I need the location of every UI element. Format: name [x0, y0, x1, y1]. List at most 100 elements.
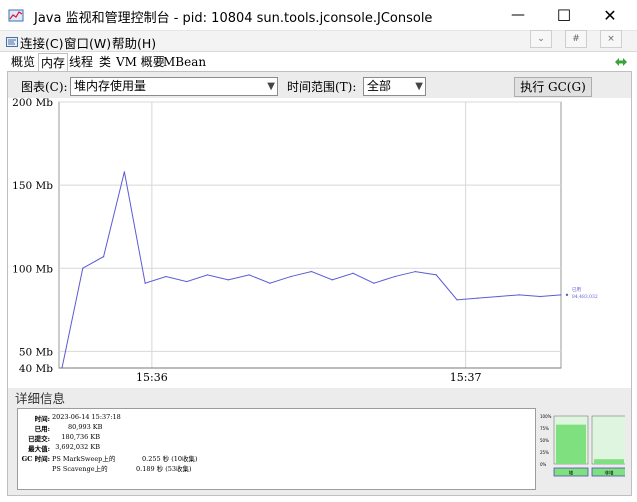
pool-scale-label: 75%: [540, 426, 549, 431]
tab-overview[interactable]: 概览: [11, 53, 35, 71]
chevron-down-icon: ▼: [267, 81, 275, 92]
pool-scale-label: 100%: [540, 414, 552, 419]
data-point: [518, 294, 521, 296]
details-box: 时间: 2023-06-14 15:37:18 已用: 80,993 KB 已提…: [17, 408, 536, 490]
mdi-restore-icon: #: [572, 34, 580, 44]
plot-area: [58, 101, 562, 369]
data-point: [61, 367, 63, 369]
gc-marksweep-name: PS MarkSweep上的: [52, 455, 116, 463]
pool-bar-fill: [594, 459, 624, 464]
pool-scale-label: 25%: [540, 450, 549, 455]
mdi-minimize-icon: ⌄: [537, 34, 545, 44]
tab-classes[interactable]: 类: [99, 53, 111, 71]
data-point: [539, 295, 541, 298]
mdi-restore-button[interactable]: #: [565, 30, 587, 48]
tab-memory[interactable]: 内存: [38, 53, 69, 71]
detail-value-max: 3,692,032 KB: [55, 443, 100, 451]
data-point: [269, 282, 271, 284]
time-range-value: 全部: [367, 79, 392, 93]
detail-key-used: 已用:: [34, 425, 50, 433]
pool-scale-label: 50%: [540, 438, 549, 443]
detail-value-committed: 180,736 KB: [61, 433, 100, 441]
data-point: [414, 270, 417, 273]
y-tick-label: 200 Mb: [12, 98, 53, 109]
menu-window[interactable]: 窗口(W): [64, 33, 111, 52]
mdi-close-icon: ×: [607, 34, 615, 44]
data-point: [123, 171, 125, 173]
detail-key-max: 最大值:: [28, 445, 50, 453]
detail-key-gc-time: GC 时间:: [21, 455, 50, 463]
connection-status-icon: [615, 58, 627, 66]
data-point: [331, 279, 333, 281]
perform-gc-button[interactable]: 执行 GC(G): [514, 77, 592, 97]
minimize-icon: —: [511, 7, 525, 23]
mdi-minimize-button[interactable]: ⌄: [530, 30, 552, 48]
pool-bar-frame: [591, 415, 627, 465]
chart-svg: 200 Mb 150 Mb 100 Mb 50 Mb 40 Mb 15:36 15:37 已用…: [12, 97, 598, 384]
tab-vm-summary[interactable]: VM 概要: [116, 53, 165, 71]
detail-key-committed: 已提交:: [28, 435, 50, 443]
data-point: [248, 274, 250, 276]
series-end-value: 84,483,032: [572, 294, 598, 300]
data-point: [82, 267, 84, 269]
data-point: [352, 272, 354, 274]
menu-connection[interactable]: 连接(C): [20, 33, 63, 52]
detail-value-used: 80,993 KB: [68, 423, 103, 431]
heap-usage-chart: 200 Mb 150 Mb 100 Mb 50 Mb 40 Mb 15:36 15:37 已用…: [8, 97, 631, 388]
window-titlebar: Java 监视和管理控制台 - pid: 10804 sun.tools.jco…: [0, 0, 637, 31]
data-point: [498, 295, 500, 298]
detail-key-time: 时间:: [34, 415, 50, 423]
data-point: [206, 274, 209, 276]
gc-scavenge-name: PS Scavenge上的: [52, 465, 108, 473]
pool-bar-fill: [556, 424, 586, 464]
series-end-marker: [565, 293, 569, 297]
memory-panel: 图表(C): 堆内存使用量 ▼ 时间范围(T): 全部 ▼ 执行 GC(G) 2…: [7, 71, 632, 496]
x-tick-label: 15:37: [450, 371, 482, 384]
data-point: [435, 274, 437, 276]
y-tick-label: 150 Mb: [12, 180, 53, 192]
data-point: [102, 256, 105, 258]
chart-select-value: 堆内存使用量: [74, 79, 147, 93]
window-title: Java 监视和管理控制台 - pid: 10804 sun.tools.jco…: [34, 11, 433, 26]
minimize-button[interactable]: —: [495, 0, 541, 30]
maximize-icon: ☐: [556, 5, 572, 25]
data-point: [560, 294, 562, 296]
data-point: [227, 279, 229, 281]
chart-select[interactable]: 堆内存使用量 ▼: [70, 77, 278, 96]
close-icon: ✕: [603, 5, 617, 25]
data-point: [290, 275, 292, 278]
details-title: 详细信息: [15, 391, 66, 406]
chart-label: 图表(C):: [21, 80, 68, 94]
y-tick-label: 50 Mb: [19, 346, 53, 358]
data-point: [144, 282, 146, 284]
data-point: [477, 297, 479, 299]
tab-mbean[interactable]: MBean: [163, 53, 206, 71]
series-end-name: 已用: [572, 287, 581, 293]
detail-value-time: 2023-06-14 15:37:18: [52, 413, 121, 421]
console-menu-icon: [6, 37, 18, 47]
y-tick-label: 40 Mb: [19, 363, 53, 375]
menu-help[interactable]: 帮助(H): [112, 33, 156, 52]
pool-bar-label: 非堆: [605, 470, 614, 477]
data-point: [310, 270, 313, 273]
memory-pool-bars: 100% 75% 50% 25% 0% 堆 非堆: [540, 412, 627, 492]
data-point: [373, 282, 375, 284]
time-range-label: 时间范围(T):: [287, 80, 357, 94]
time-range-select[interactable]: 全部 ▼: [363, 77, 426, 96]
data-point: [165, 275, 167, 278]
data-point: [186, 280, 188, 283]
tab-threads[interactable]: 线程: [69, 53, 93, 71]
pool-bar-label: 堆: [569, 470, 574, 477]
tab-bar: 概览 内存 线程 类 VM 概要 MBean: [7, 53, 632, 71]
data-point: [394, 275, 396, 278]
maximize-button[interactable]: ☐: [541, 0, 587, 30]
chevron-down-icon: ▼: [415, 81, 423, 92]
x-tick-label: 15:36: [136, 371, 168, 384]
gc-marksweep-value: 0.255 秒 (10收集): [142, 455, 198, 463]
pool-scale-label: 0%: [540, 462, 547, 467]
memory-pool-bars-svg: 100% 75% 50% 25% 0% 堆 非堆: [540, 414, 627, 477]
java-app-icon: [8, 9, 24, 22]
mdi-close-button[interactable]: ×: [600, 30, 622, 48]
close-button[interactable]: ✕: [587, 0, 633, 30]
y-tick-label: 100 Mb: [12, 263, 53, 275]
